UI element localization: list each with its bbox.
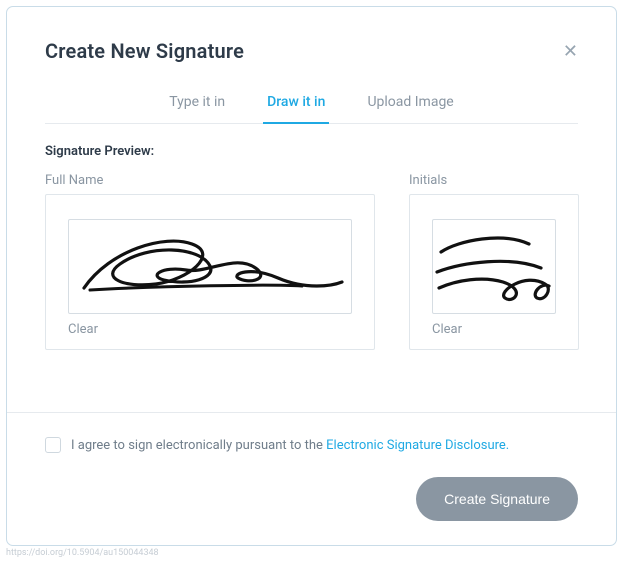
create-signature-modal: Create New Signature ✕ Type it in Draw i… bbox=[6, 6, 617, 546]
electronic-signature-disclosure-link[interactable]: Electronic Signature Disclosure. bbox=[326, 438, 509, 453]
signature-row: Full Name Clear Initials bbox=[45, 173, 578, 350]
initials-clear-button[interactable]: Clear bbox=[432, 322, 556, 337]
modal-body: Signature Preview: Full Name Clear Initi… bbox=[7, 124, 616, 374]
initials-drawing-icon bbox=[433, 222, 555, 312]
full-name-canvas[interactable] bbox=[68, 219, 352, 314]
full-name-clear-button[interactable]: Clear bbox=[68, 322, 352, 337]
tab-type-it-in[interactable]: Type it in bbox=[165, 94, 229, 124]
tabs: Type it in Draw it in Upload Image bbox=[45, 93, 578, 124]
initials-panel: Clear bbox=[409, 194, 579, 350]
actions: Create Signature bbox=[45, 477, 578, 521]
close-icon: ✕ bbox=[563, 41, 578, 61]
signature-drawing-icon bbox=[70, 222, 350, 312]
full-name-label: Full Name bbox=[45, 173, 375, 188]
modal-header: Create New Signature ✕ bbox=[7, 7, 616, 63]
agree-row: I agree to sign electronically pursuant … bbox=[45, 437, 578, 453]
full-name-panel: Clear bbox=[45, 194, 375, 350]
full-name-column: Full Name Clear bbox=[45, 173, 375, 350]
agree-text: I agree to sign electronically pursuant … bbox=[71, 438, 509, 453]
tab-draw-it-in[interactable]: Draw it in bbox=[263, 94, 329, 124]
footnote: https://doi.org/10.5904/au150044348 bbox=[6, 548, 159, 558]
agree-text-prefix: I agree to sign electronically pursuant … bbox=[71, 438, 326, 453]
close-button[interactable]: ✕ bbox=[563, 42, 578, 60]
modal-footer: I agree to sign electronically pursuant … bbox=[7, 412, 616, 545]
initials-canvas[interactable] bbox=[432, 219, 556, 314]
initials-label: Initials bbox=[409, 173, 579, 188]
modal-title: Create New Signature bbox=[45, 39, 244, 63]
signature-preview-label: Signature Preview: bbox=[45, 144, 578, 159]
initials-column: Initials Clear bbox=[409, 173, 579, 350]
tab-upload-image[interactable]: Upload Image bbox=[363, 94, 457, 124]
create-signature-button[interactable]: Create Signature bbox=[416, 477, 578, 521]
agree-checkbox[interactable] bbox=[45, 437, 61, 453]
